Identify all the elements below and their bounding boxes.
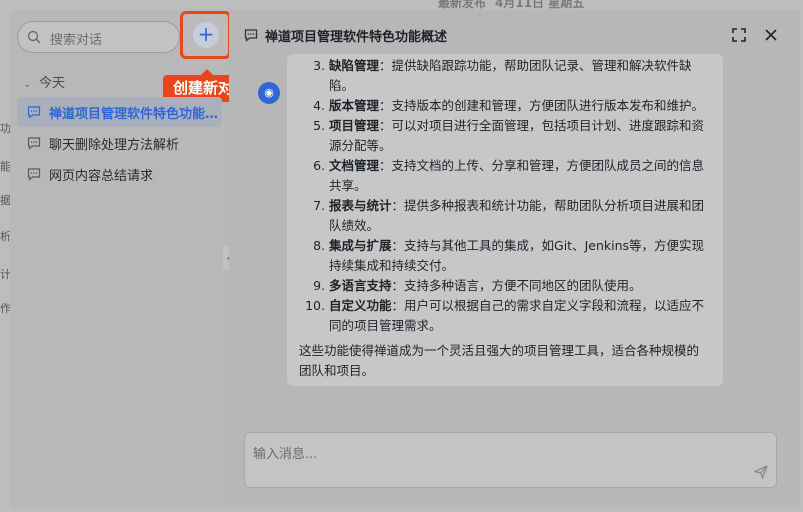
feature-item: 8. 集成与扩展：支持与其他工具的集成，如Git、Jenkins等，方便实现持续集…: [299, 236, 711, 276]
feature-name: 报表与统计: [329, 198, 392, 213]
feature-number: 6.: [313, 158, 325, 173]
new-chat-button[interactable]: +: [193, 22, 219, 48]
feature-desc: ：可以对项目进行全面管理，包括项目计划、进度跟踪和资源分配等。: [329, 118, 705, 153]
feature-number: 10.: [305, 298, 325, 313]
conversation-item[interactable]: 网页内容总结请求: [17, 159, 222, 189]
search-input[interactable]: 搜索对话: [17, 21, 180, 53]
feature-item: 3. 缺陷管理：提供缺陷跟踪功能，帮助团队记录、管理和解决软件缺陷。: [299, 56, 711, 96]
conversation-label: 禅道项目管理软件特色功能概述: [49, 107, 219, 122]
chat-title: 禅道项目管理软件特色功能概述: [265, 30, 448, 45]
feature-name: 自定义功能: [329, 298, 392, 313]
feature-desc: ：支持多种语言，方便不同地区的团队使用。: [391, 278, 642, 293]
background-left-edge: 功 能 据 析 计 作: [0, 0, 11, 512]
conversation-item[interactable]: 聊天删除处理方法解析: [17, 128, 222, 158]
chat-panel: 禅道项目管理软件特色功能概述 ◉ 3. 缺陷管理：提供缺陷跟踪功能，帮助团队记录、…: [229, 10, 800, 507]
chat-bubble-icon: [27, 137, 41, 150]
section-today-label: 今天: [39, 76, 66, 91]
chat-window: 搜索对话 + 创建新对话 ⌄ 今天 禅道项目管理软件特色功能概述 聊天删除处理方法…: [10, 10, 800, 507]
feature-item: 5. 项目管理：可以对项目进行全面管理，包括项目计划、进度跟踪和资源分配等。: [299, 116, 711, 156]
feature-item: 7. 报表与统计：提供多种报表和统计功能，帮助团队分析项目进展和团队绩效。: [299, 196, 711, 236]
feature-item: 10. 自定义功能：用户可以根据自己的需求自定义字段和流程，以适应不同的项目管理需…: [299, 296, 711, 336]
feature-number: 9.: [313, 278, 325, 293]
feature-item: 4. 版本管理：支持版本的创建和管理，方便团队进行版本发布和维护。: [299, 96, 711, 116]
conversation-sidebar: 搜索对话 + 创建新对话 ⌄ 今天 禅道项目管理软件特色功能概述 聊天删除处理方法…: [10, 10, 258, 507]
feature-number: 8.: [313, 238, 325, 253]
feature-name: 版本管理: [329, 98, 380, 113]
search-icon: [27, 30, 41, 44]
chat-bubble-icon: [27, 168, 41, 181]
feature-desc: ：支持文档的上传、分享和管理，方便团队成员之间的信息共享。: [329, 158, 705, 193]
feature-name: 缺陷管理: [329, 58, 380, 73]
new-chat-highlight: +: [180, 11, 231, 59]
feature-name: 文档管理: [329, 158, 380, 173]
assistant-avatar: ◉: [258, 82, 280, 104]
feature-number: 5.: [313, 118, 325, 133]
message-placeholder: 输入消息...: [253, 447, 318, 462]
feature-number: 7.: [313, 198, 325, 213]
summary-paragraph: 这些功能使得禅道成为一个灵活且强大的项目管理工具，适合各种规模的团队和项目。: [299, 343, 700, 378]
conversation-label: 网页内容总结请求: [49, 169, 154, 184]
send-icon[interactable]: [754, 465, 768, 479]
feature-name: 项目管理: [329, 118, 380, 133]
chat-bubble-icon: [244, 29, 258, 42]
feature-item: 6. 文档管理：支持文档的上传、分享和管理，方便团队成员之间的信息共享。: [299, 156, 711, 196]
chevron-down-icon: ⌄: [23, 79, 32, 90]
feature-desc: ：支持版本的创建和管理，方便团队进行版本发布和维护。: [379, 98, 705, 113]
feature-item: 9. 多语言支持：支持多种语言，方便不同地区的团队使用。: [299, 276, 711, 296]
feature-desc: ：提供缺陷跟踪功能，帮助团队记录、管理和解决软件缺陷。: [329, 58, 692, 93]
conversation-label: 聊天删除处理方法解析: [49, 138, 180, 153]
message-input[interactable]: 输入消息...: [244, 432, 777, 488]
search-placeholder: 搜索对话: [50, 33, 103, 48]
feature-number: 3.: [313, 58, 325, 73]
section-today[interactable]: ⌄ 今天: [23, 72, 65, 91]
assistant-message: 3. 缺陷管理：提供缺陷跟踪功能，帮助团队记录、管理和解决软件缺陷。 4. 版本管理…: [287, 54, 723, 386]
fullscreen-icon[interactable]: [732, 28, 746, 42]
chat-bubble-icon: [27, 106, 41, 119]
close-icon[interactable]: [764, 28, 778, 42]
feature-name: 集成与扩展: [329, 238, 392, 253]
feature-list: 3. 缺陷管理：提供缺陷跟踪功能，帮助团队记录、管理和解决软件缺陷。 4. 版本管理…: [299, 56, 711, 336]
conversation-item[interactable]: 禅道项目管理软件特色功能概述: [17, 97, 222, 127]
feature-name: 多语言支持: [329, 278, 392, 293]
feature-number: 4.: [313, 98, 325, 113]
